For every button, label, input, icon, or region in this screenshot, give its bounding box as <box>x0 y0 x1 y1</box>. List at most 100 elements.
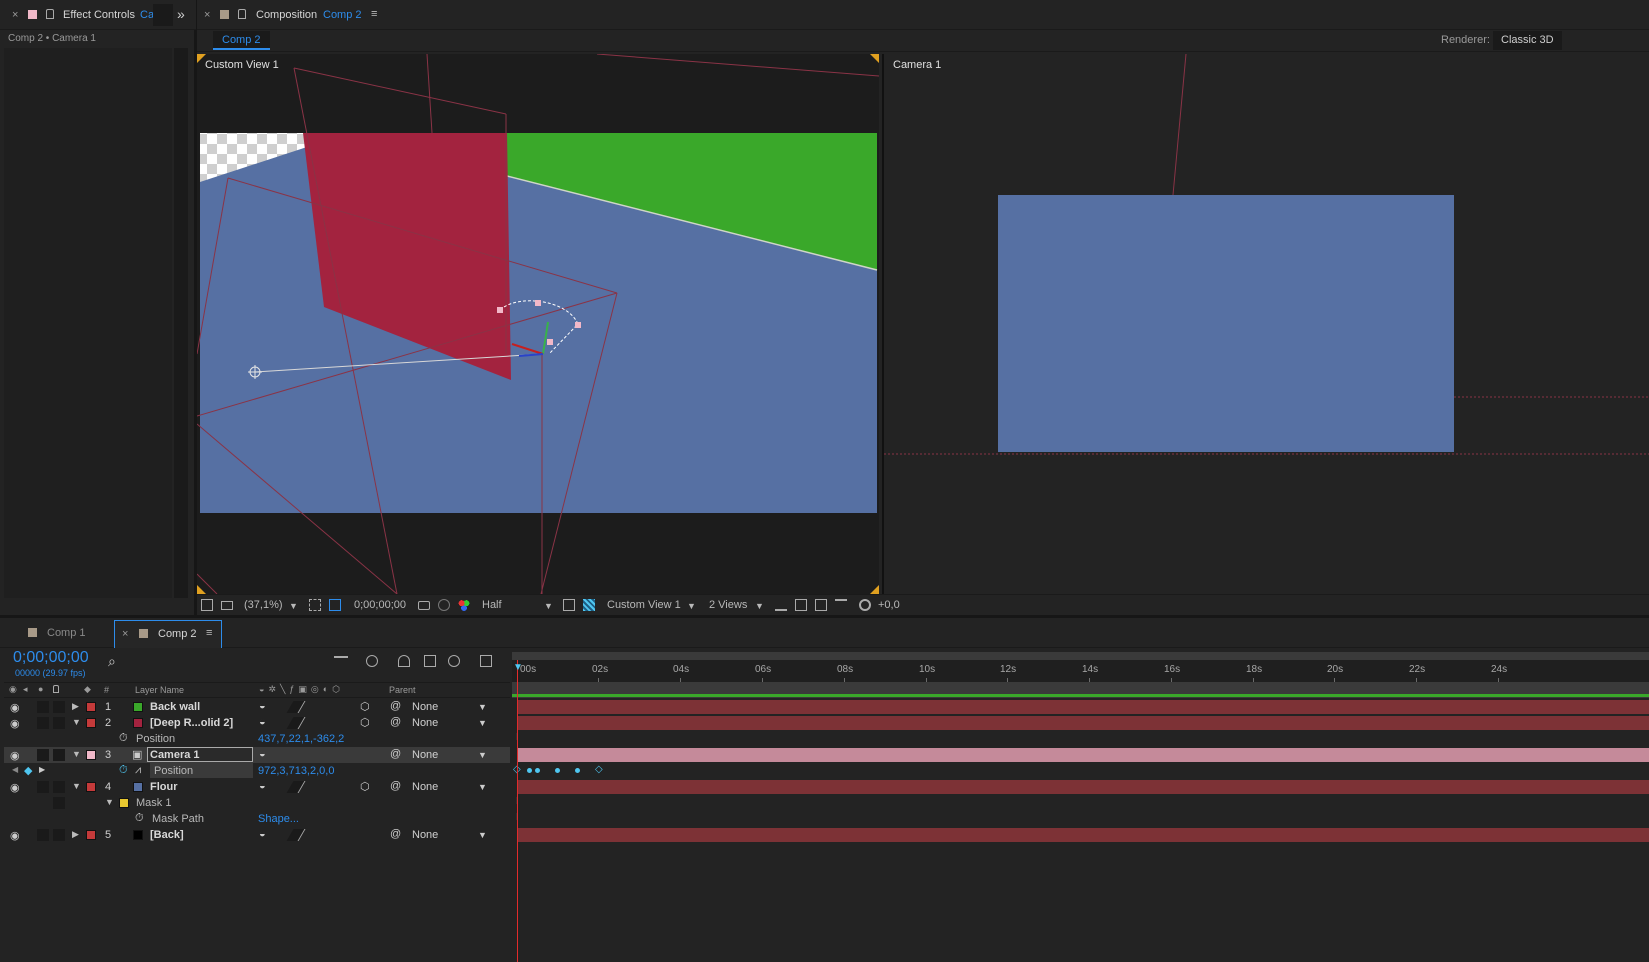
parent-dropdown[interactable]: None <box>412 781 438 793</box>
exposure-value[interactable]: +0,0 <box>878 599 900 611</box>
property-value[interactable]: 972,3,713,2,0,0 <box>258 765 334 777</box>
pickwhip-icon[interactable]: @ <box>390 700 401 712</box>
layer-row[interactable]: ◉ ▶ 5 [Back] ◒ @ None ▼ <box>4 827 510 843</box>
column-layer-name[interactable]: Layer Name <box>135 685 184 695</box>
solo-box[interactable] <box>37 829 49 841</box>
twirl-icon[interactable]: ▶ <box>72 829 79 840</box>
quality-icon[interactable] <box>286 781 306 793</box>
layer-name[interactable]: Back wall <box>150 701 200 713</box>
layer-row-selected[interactable]: ◉ ▼ 3 ▣ Camera 1 ◒ @ None ▼ <box>4 747 510 763</box>
time-navigator[interactable] <box>512 652 1649 660</box>
add-keyframe-icon[interactable]: ◆ <box>24 764 32 777</box>
lock-box[interactable] <box>53 717 65 729</box>
solo-box[interactable] <box>37 749 49 761</box>
transparency-grid-icon[interactable] <box>583 599 595 611</box>
shy-icon[interactable]: ◒ <box>259 716 266 728</box>
work-area-bar[interactable] <box>512 694 1649 697</box>
stopwatch-icon[interactable]: ⏱ <box>135 812 144 825</box>
solo-box[interactable] <box>37 781 49 793</box>
eye-icon[interactable]: ◉ <box>10 829 20 842</box>
current-time-display[interactable]: 0;00;00;00 <box>13 649 89 667</box>
pickwhip-icon[interactable]: @ <box>390 716 401 728</box>
keyframe-track[interactable]: ◇ ◇ <box>512 763 1649 779</box>
eye-icon[interactable]: ◉ <box>10 717 20 730</box>
layer-name[interactable]: [Back] <box>150 829 184 841</box>
graph-editor-icon[interactable] <box>480 655 492 667</box>
property-row[interactable]: ◀ ◆ ▶ ⏱ ⩘ Position 972,3,713,2,0,0 <box>4 763 510 779</box>
twirl-icon[interactable]: ▼ <box>72 717 81 727</box>
twirl-icon[interactable]: ▶ <box>72 701 79 712</box>
eye-icon[interactable]: ◉ <box>10 749 20 762</box>
next-keyframe-icon[interactable]: ▶ <box>39 765 45 774</box>
chevron-down-icon[interactable]: ▼ <box>478 702 487 712</box>
draft-3d-icon[interactable] <box>366 655 378 667</box>
mask-label[interactable]: Mask 1 <box>136 797 171 809</box>
property-row[interactable]: ⏱ Position 437,7,22,1,-362,2 <box>4 731 510 747</box>
label-tag-icon[interactable]: ◆ <box>84 684 91 695</box>
camera-view-viewport[interactable]: Camera 1 <box>882 54 1649 594</box>
solo-box[interactable] <box>37 701 49 713</box>
reset-exposure-icon[interactable] <box>859 599 871 611</box>
show-snapshot-icon[interactable] <box>438 599 450 611</box>
comp-navigator-chip[interactable]: Comp 2 <box>213 31 270 50</box>
property-row[interactable]: ⏱ Mask Path Shape... <box>4 811 510 827</box>
column-num[interactable]: # <box>104 685 109 695</box>
parent-dropdown[interactable]: None <box>412 717 438 729</box>
stopwatch-active-icon[interactable]: ⏱ <box>119 764 128 777</box>
parent-dropdown[interactable]: None <box>412 749 438 761</box>
audio-icon[interactable]: ◂ <box>23 684 28 695</box>
lock-icon[interactable] <box>238 9 246 19</box>
view-layout-dropdown[interactable]: 2 Views <box>709 599 747 611</box>
layer-name[interactable]: Flour <box>150 781 178 793</box>
property-value[interactable]: 437,7,22,1,-362,2 <box>258 733 344 745</box>
shy-icon[interactable]: ◒ <box>259 780 266 792</box>
3d-layer-icon[interactable]: ⬡ <box>360 780 370 793</box>
layer-row[interactable]: ◉ ▶ 1 Back wall ◒ ⬡ @ None ▼ <box>4 699 510 715</box>
lock-box[interactable] <box>53 749 65 761</box>
layer-row[interactable]: ◉ ▼ 2 [Deep R...olid 2] ◒ ⬡ @ None ▼ <box>4 715 510 731</box>
label-color[interactable] <box>86 702 96 712</box>
composition-tab-title[interactable]: Composition <box>256 9 317 21</box>
3d-view-dropdown[interactable]: Custom View 1 <box>607 599 681 611</box>
parent-dropdown[interactable]: None <box>412 701 438 713</box>
chevron-down-icon[interactable]: ▼ <box>478 750 487 760</box>
parent-dropdown[interactable]: None <box>412 829 438 841</box>
pixel-aspect-icon[interactable] <box>775 599 787 611</box>
panel-menu-icon[interactable]: ≡ <box>371 8 377 20</box>
graph-icon[interactable]: ⩘ <box>135 764 141 777</box>
playhead-line[interactable] <box>517 660 518 962</box>
layer-duration-bar[interactable] <box>512 747 1649 763</box>
previous-keyframe-icon[interactable]: ◀ <box>12 765 18 774</box>
lock-box[interactable] <box>53 701 65 713</box>
shy-icon[interactable]: ◒ <box>259 748 266 760</box>
chevron-down-icon[interactable]: ▼ <box>289 601 298 611</box>
zoom-dropdown[interactable]: (37,1%) <box>244 599 283 611</box>
keyframe-marker[interactable] <box>527 768 532 773</box>
lock-icon[interactable] <box>53 685 59 693</box>
keyframe-marker[interactable] <box>575 768 580 773</box>
layer-duration-bar[interactable] <box>512 779 1649 795</box>
3d-layer-icon[interactable]: ⬡ <box>360 700 370 713</box>
label-color[interactable] <box>86 830 96 840</box>
close-icon[interactable]: × <box>204 9 210 21</box>
quality-icon[interactable] <box>286 701 306 713</box>
always-preview-icon[interactable] <box>201 599 213 611</box>
lock-icon[interactable] <box>46 9 54 19</box>
chevron-down-icon[interactable]: ▼ <box>478 830 487 840</box>
timeline-tab-comp-1[interactable]: Comp 1 <box>47 627 86 639</box>
switches-icons[interactable]: ◒✲╲ƒ▣◎◐⬡ <box>259 684 344 695</box>
layer-name[interactable]: [Deep R...olid 2] <box>150 717 233 729</box>
motion-blur-icon[interactable] <box>448 655 460 667</box>
chevron-down-icon[interactable]: ▼ <box>687 601 696 611</box>
eye-icon[interactable]: ◉ <box>10 701 20 714</box>
viewer-timecode[interactable]: 0;00;00;00 <box>354 599 406 611</box>
lock-box[interactable] <box>53 797 65 809</box>
playhead-handle[interactable]: ▼ <box>513 662 523 673</box>
chevron-down-icon[interactable]: ▼ <box>478 782 487 792</box>
keyframe-marker[interactable]: ◇ <box>595 764 603 775</box>
flowchart-icon[interactable] <box>835 599 847 611</box>
effect-controls-scrollbar[interactable] <box>174 48 188 598</box>
lock-box[interactable] <box>53 781 65 793</box>
chevron-down-icon[interactable]: ▼ <box>544 601 553 611</box>
monitor-icon[interactable] <box>221 601 233 610</box>
